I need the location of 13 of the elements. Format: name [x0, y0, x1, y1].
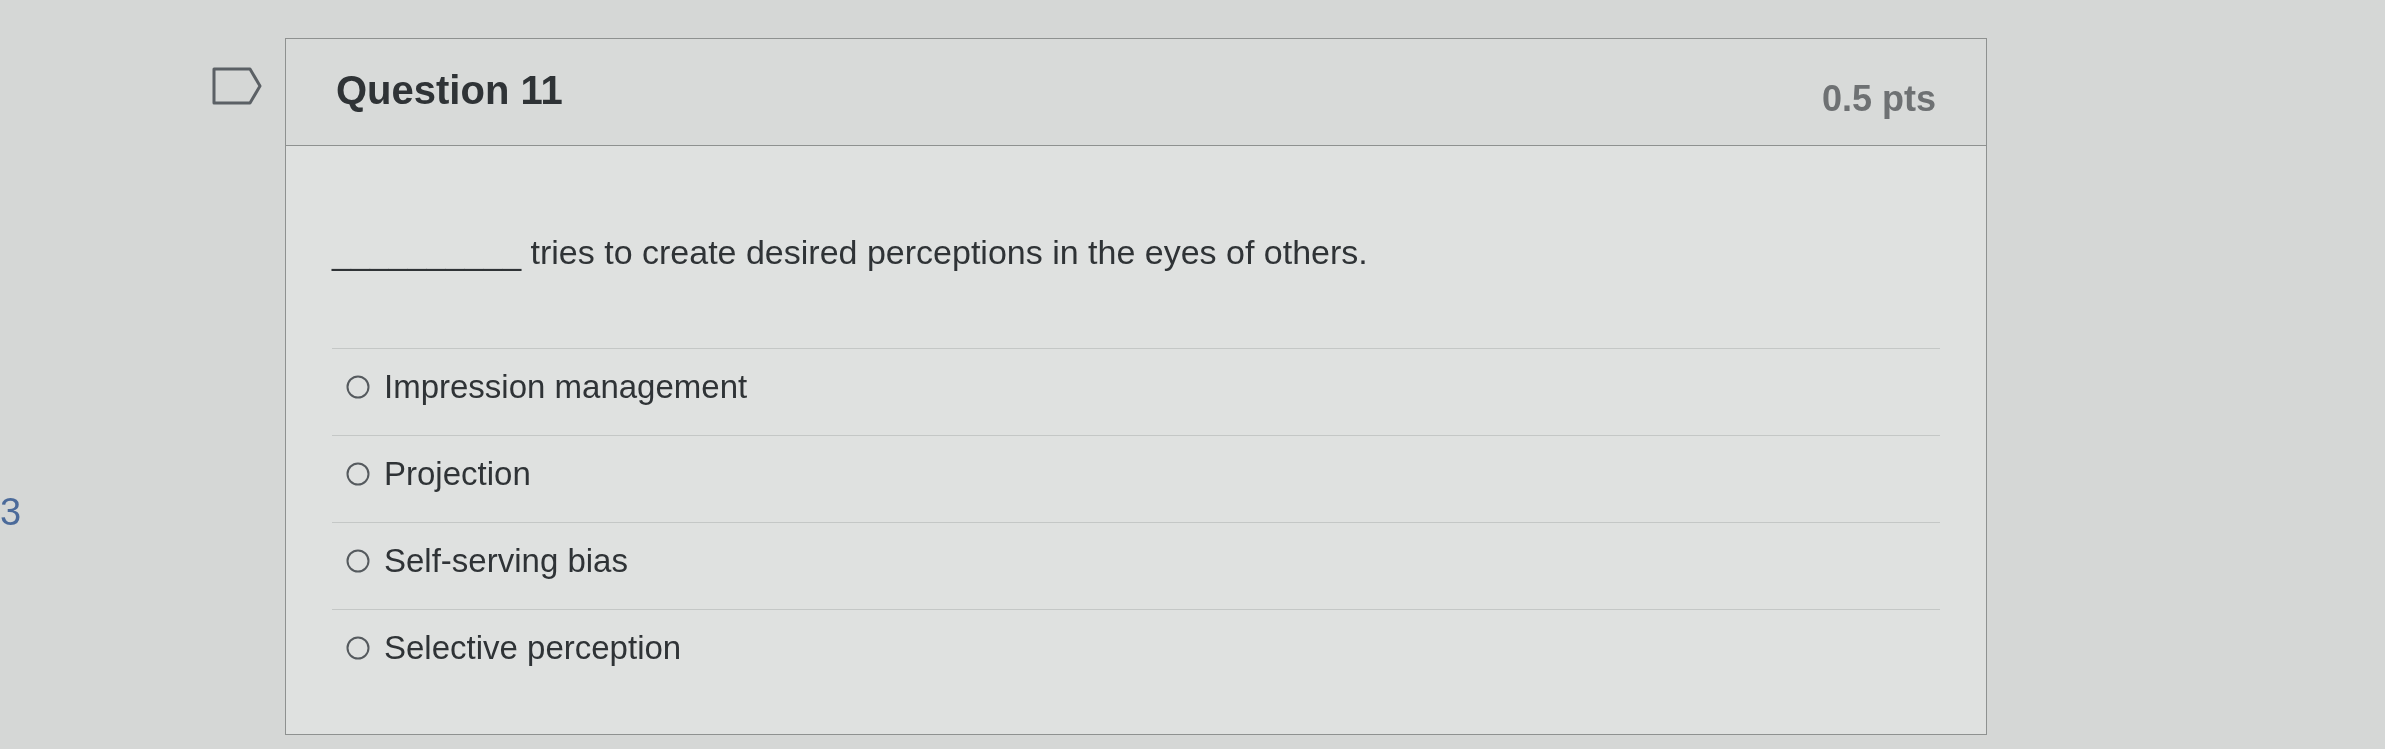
radio-button[interactable] [346, 462, 370, 486]
answer-option: Impression management [384, 367, 748, 407]
margin-text: 3 [0, 490, 22, 534]
radio-button[interactable] [346, 636, 370, 660]
radio-button[interactable] [346, 549, 370, 573]
answer-option: Projection [384, 454, 531, 494]
answer-option: Self-serving bias [384, 541, 628, 581]
question-title: Question 11 [336, 67, 563, 114]
answer-option: Selective perception [384, 628, 682, 668]
flag-icon[interactable] [212, 67, 262, 105]
radio-button[interactable] [346, 375, 370, 399]
points-label: 0.5 pts [1821, 77, 1936, 121]
question-text: __________ tries to create desired perceptions in the eyes of others. [332, 232, 1368, 273]
